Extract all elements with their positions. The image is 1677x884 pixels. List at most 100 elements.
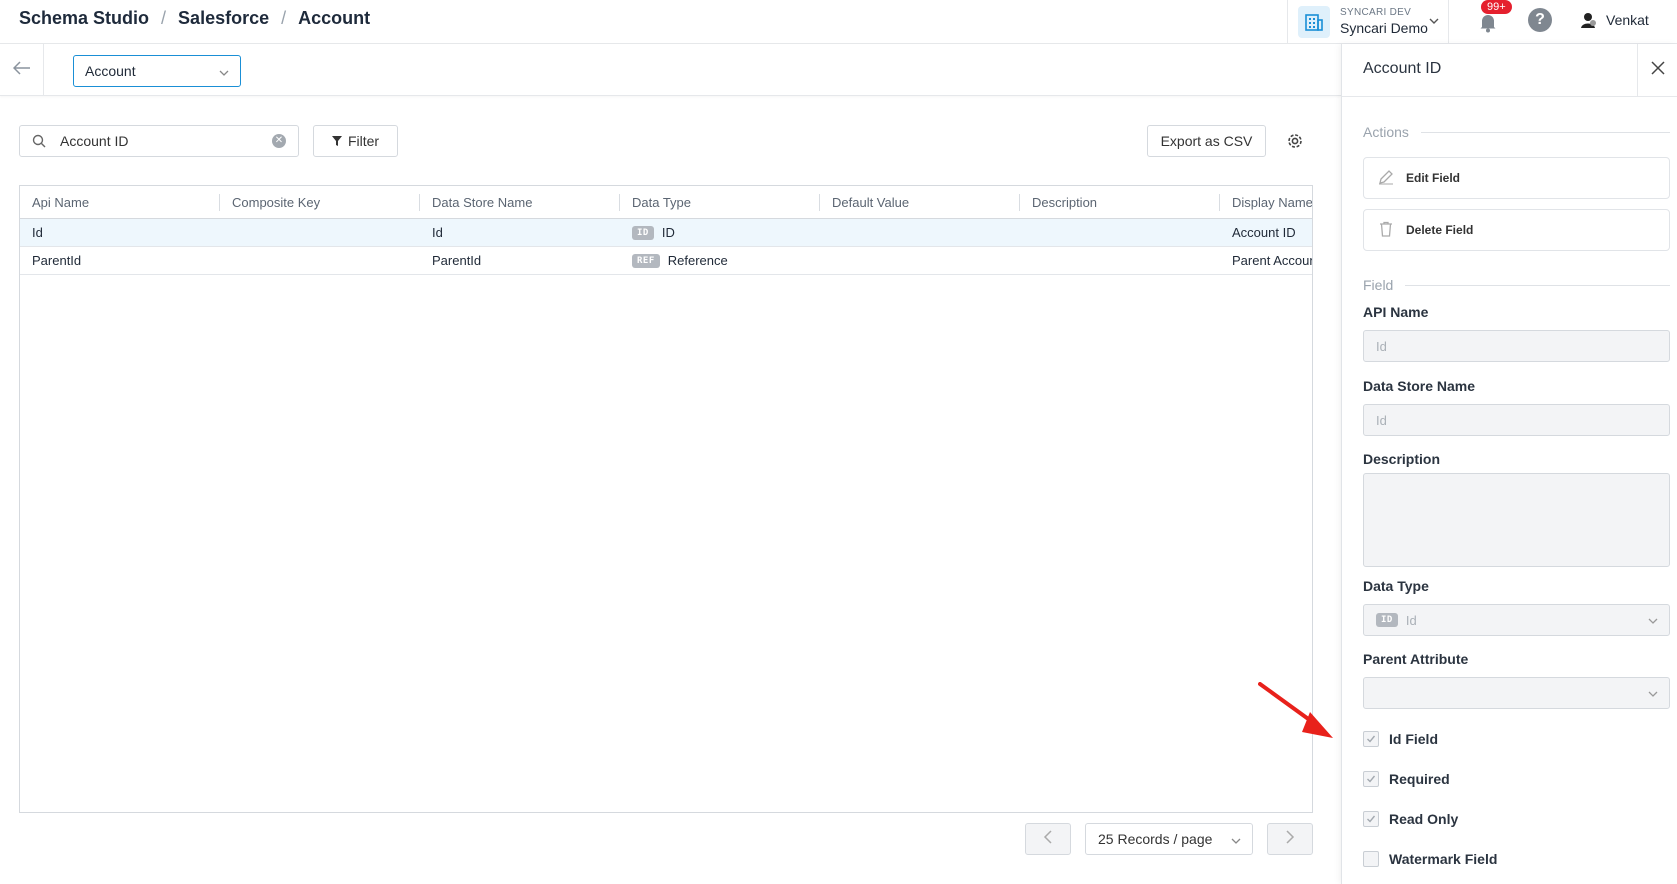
read-only-label: Read Only [1389, 811, 1459, 827]
chevron-down-icon [1647, 688, 1659, 703]
entity-select-value: Account [85, 63, 136, 79]
table-row[interactable]: ParentId ParentId REF Reference Parent A… [20, 247, 1312, 275]
export-csv-button[interactable]: Export as CSV [1147, 125, 1266, 157]
column-header[interactable]: Display Name [1220, 186, 1312, 218]
read-only-checkbox[interactable] [1363, 811, 1379, 827]
avatar [1580, 11, 1598, 29]
data-type-value: Id [1405, 612, 1417, 628]
cell-description [1020, 219, 1220, 246]
api-name-label: API Name [1363, 304, 1429, 320]
parent-attribute-select[interactable] [1363, 677, 1670, 709]
required-checkbox-row[interactable]: Required [1363, 771, 1450, 787]
cell-api-name: ParentId [32, 253, 82, 268]
pencil-icon [1378, 169, 1394, 188]
column-header[interactable]: Composite Key [220, 186, 420, 218]
column-header[interactable]: Data Type [620, 186, 820, 218]
search-input[interactable]: Account ID ✕ [19, 125, 299, 157]
cell-composite-key [220, 219, 420, 246]
user-menu[interactable]: Venkat [1580, 11, 1649, 29]
trash-icon [1378, 221, 1394, 240]
gear-icon[interactable] [1286, 132, 1304, 155]
panel-title: Account ID [1363, 60, 1442, 77]
watermark-field-checkbox[interactable] [1363, 851, 1379, 867]
chevron-left-icon [1043, 829, 1053, 849]
column-header[interactable]: Description [1020, 186, 1220, 218]
top-bar: Schema Studio / Salesforce / Account SYN… [0, 0, 1677, 44]
previous-page-button[interactable] [1025, 823, 1071, 855]
field-detail-panel: Account ID Actions Edit Field Delete Fie… [1341, 44, 1677, 884]
breadcrumb-separator: / [281, 8, 287, 28]
chevron-down-icon [1647, 615, 1659, 630]
description-field[interactable] [1363, 473, 1670, 567]
data-type-select[interactable]: ID Id [1363, 604, 1670, 636]
data-store-name-field[interactable]: Id [1363, 404, 1670, 436]
cell-description [1020, 247, 1220, 274]
required-label: Required [1389, 771, 1450, 787]
notification-badge: 99+ [1481, 0, 1512, 14]
clear-icon[interactable]: ✕ [272, 134, 286, 148]
delete-field-button[interactable]: Delete Field [1363, 209, 1670, 251]
cell-data-store-name: Id [432, 225, 443, 240]
search-value: Account ID [60, 133, 129, 149]
data-type-label: Data Type [1363, 578, 1429, 594]
export-label: Export as CSV [1160, 133, 1253, 149]
back-button[interactable] [0, 44, 44, 96]
building-icon [1298, 6, 1330, 38]
breadcrumb-separator: / [161, 8, 167, 28]
column-header[interactable]: Api Name [20, 186, 220, 218]
page-size-value: 25 Records / page [1098, 831, 1213, 847]
close-icon [1650, 61, 1665, 80]
cell-default-value [820, 219, 1020, 246]
id-field-checkbox[interactable] [1363, 731, 1379, 747]
sub-toolbar: Account [0, 44, 1341, 96]
filter-label: Filter [347, 133, 380, 149]
panel-header: Account ID [1342, 44, 1677, 97]
data-type-text: Reference [667, 253, 728, 268]
org-env: SYNCARI DEV [1340, 7, 1412, 19]
api-name-field[interactable]: Id [1363, 330, 1670, 362]
cell-data-type: REF Reference [620, 247, 820, 274]
data-type-text: ID [661, 225, 675, 240]
watermark-field-label: Watermark Field [1389, 851, 1498, 867]
search-icon [32, 134, 46, 153]
filter-icon [331, 133, 342, 149]
chevron-down-icon [1230, 834, 1242, 850]
org-switcher[interactable]: SYNCARI DEV Syncari Demo [1287, 0, 1449, 44]
watermark-field-checkbox-row[interactable]: Watermark Field [1363, 851, 1497, 867]
fields-table: Api Name Composite Key Data Store Name D… [19, 185, 1313, 813]
field-section-label: Field [1363, 277, 1670, 293]
chevron-down-icon [218, 66, 230, 82]
cell-data-store-name: ParentId [432, 253, 482, 268]
filter-button[interactable]: Filter [313, 125, 398, 157]
cell-display-name: Parent Account ID [1232, 253, 1312, 268]
description-label: Description [1363, 451, 1441, 467]
edit-field-label: Edit Field [1406, 171, 1460, 185]
breadcrumb-schema-studio[interactable]: Schema Studio [19, 8, 149, 29]
data-store-name-label: Data Store Name [1363, 378, 1476, 394]
page-size-select[interactable]: 25 Records / page [1085, 823, 1253, 855]
id-field-label: Id Field [1389, 731, 1438, 747]
type-tag: REF [632, 253, 660, 268]
read-only-checkbox-row[interactable]: Read Only [1363, 811, 1458, 827]
breadcrumb: Schema Studio / Salesforce / Account [19, 8, 370, 29]
next-page-button[interactable] [1267, 823, 1313, 855]
column-header[interactable]: Data Store Name [420, 186, 620, 218]
column-header[interactable]: Default Value [820, 186, 1020, 218]
close-button[interactable] [1637, 44, 1677, 97]
id-field-checkbox-row[interactable]: Id Field [1363, 731, 1438, 747]
table-row[interactable]: Id Id ID ID Account ID [20, 219, 1312, 247]
edit-field-button[interactable]: Edit Field [1363, 157, 1670, 199]
arrow-left-icon [12, 60, 31, 80]
cell-display-name: Account ID [1232, 225, 1296, 240]
org-name: Syncari Demo [1340, 20, 1428, 37]
entity-select[interactable]: Account [73, 55, 241, 87]
data-store-name-value: Id [1376, 412, 1387, 428]
help-icon[interactable]: ? [1528, 8, 1552, 32]
breadcrumb-salesforce[interactable]: Salesforce [178, 8, 269, 29]
cell-default-value [820, 247, 1020, 274]
user-name: Venkat [1606, 12, 1649, 28]
required-checkbox[interactable] [1363, 771, 1379, 787]
table-header: Api Name Composite Key Data Store Name D… [20, 186, 1312, 219]
cell-composite-key [220, 247, 420, 274]
parent-attribute-label: Parent Attribute [1363, 651, 1469, 667]
